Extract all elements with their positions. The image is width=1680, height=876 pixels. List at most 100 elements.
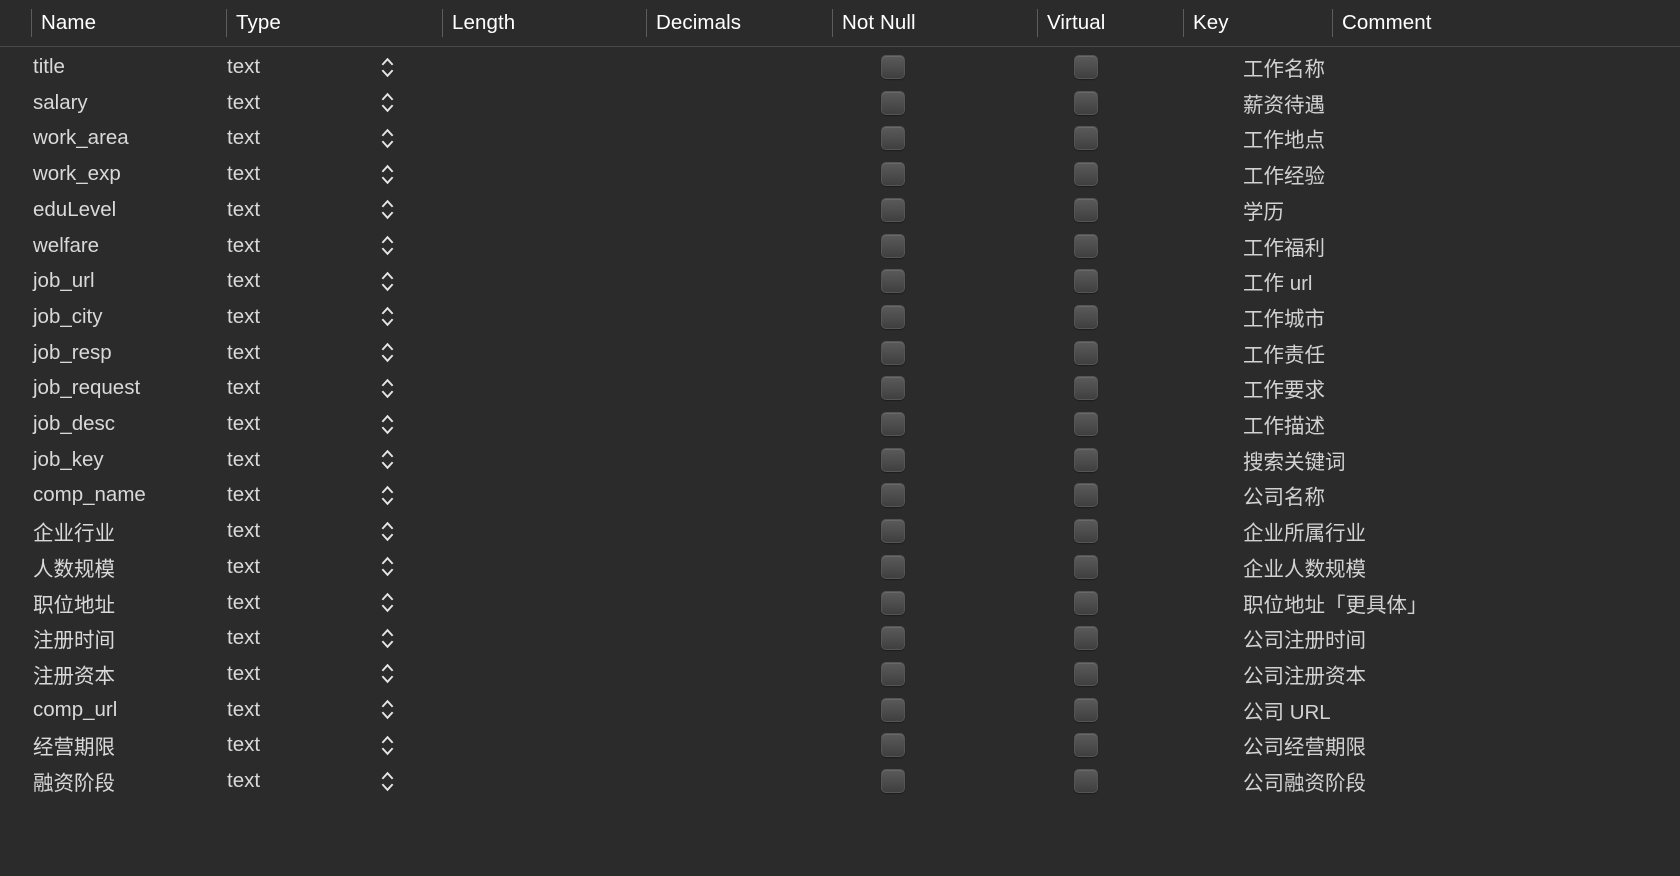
table-row[interactable]: title text 工作名称 xyxy=(0,49,1680,85)
column-header-notnull[interactable]: Not Null xyxy=(832,0,916,46)
field-name-cell[interactable]: work_area xyxy=(33,120,129,156)
virtual-checkbox[interactable] xyxy=(1074,340,1098,365)
table-row[interactable]: 融资阶段 text 公司融资阶段 xyxy=(0,763,1680,799)
table-row[interactable]: salary text 薪资待遇 xyxy=(0,85,1680,121)
field-comment-cell[interactable]: 公司融资阶段 xyxy=(1243,763,1366,799)
stepper-updown-icon[interactable] xyxy=(378,442,396,478)
table-row[interactable]: 注册资本 text 公司注册资本 xyxy=(0,656,1680,692)
field-type-cell[interactable]: text xyxy=(227,727,260,763)
field-name-cell[interactable]: eduLevel xyxy=(33,192,116,228)
virtual-checkbox[interactable] xyxy=(1074,126,1098,151)
field-name-cell[interactable]: 企业行业 xyxy=(33,513,115,549)
column-header-virtual[interactable]: Virtual xyxy=(1037,0,1105,46)
field-comment-cell[interactable]: 薪资待遇 xyxy=(1243,85,1325,121)
field-type-cell[interactable]: text xyxy=(227,192,260,228)
stepper-updown-icon[interactable] xyxy=(378,620,396,656)
table-row[interactable]: welfare text 工作福利 xyxy=(0,228,1680,264)
field-type-cell[interactable]: text xyxy=(227,477,260,513)
field-name-cell[interactable]: work_exp xyxy=(33,156,121,192)
field-type-cell[interactable]: text xyxy=(227,263,260,299)
not-null-checkbox[interactable] xyxy=(881,197,905,222)
stepper-updown-icon[interactable] xyxy=(378,763,396,799)
field-name-cell[interactable]: salary xyxy=(33,85,88,121)
field-type-cell[interactable]: text xyxy=(227,49,260,85)
table-row[interactable]: 企业行业 text 企业所属行业 xyxy=(0,513,1680,549)
not-null-checkbox[interactable] xyxy=(881,733,905,758)
table-row[interactable]: job_key text 搜索关键词 xyxy=(0,442,1680,478)
not-null-checkbox[interactable] xyxy=(881,769,905,793)
table-row[interactable]: comp_url text 公司 URL xyxy=(0,692,1680,728)
stepper-updown-icon[interactable] xyxy=(378,228,396,264)
virtual-checkbox[interactable] xyxy=(1074,554,1098,579)
field-type-cell[interactable]: text xyxy=(227,335,260,371)
stepper-updown-icon[interactable] xyxy=(378,370,396,406)
virtual-checkbox[interactable] xyxy=(1074,519,1098,544)
table-row[interactable]: comp_name text 公司名称 xyxy=(0,477,1680,513)
field-name-cell[interactable]: welfare xyxy=(33,228,99,264)
virtual-checkbox[interactable] xyxy=(1074,447,1098,472)
field-type-cell[interactable]: text xyxy=(227,692,260,728)
virtual-checkbox[interactable] xyxy=(1074,483,1098,508)
table-row[interactable]: 职位地址 text 职位地址「更具体」 xyxy=(0,585,1680,621)
virtual-checkbox[interactable] xyxy=(1074,269,1098,294)
field-name-cell[interactable]: job_desc xyxy=(33,406,115,442)
field-name-cell[interactable]: title xyxy=(33,49,65,85)
virtual-checkbox[interactable] xyxy=(1074,590,1098,615)
table-row[interactable]: work_area text 工作地点 xyxy=(0,120,1680,156)
table-row[interactable]: work_exp text 工作经验 xyxy=(0,156,1680,192)
stepper-updown-icon[interactable] xyxy=(378,692,396,728)
field-comment-cell[interactable]: 搜索关键词 xyxy=(1243,442,1346,478)
stepper-updown-icon[interactable] xyxy=(378,727,396,763)
field-name-cell[interactable]: job_resp xyxy=(33,335,112,371)
field-type-cell[interactable]: text xyxy=(227,585,260,621)
not-null-checkbox[interactable] xyxy=(881,55,905,79)
field-comment-cell[interactable]: 工作经验 xyxy=(1243,156,1325,192)
field-comment-cell[interactable]: 公司注册时间 xyxy=(1243,620,1366,656)
field-comment-cell[interactable]: 工作描述 xyxy=(1243,406,1325,442)
field-comment-cell[interactable]: 公司名称 xyxy=(1243,477,1325,513)
virtual-checkbox[interactable] xyxy=(1074,376,1098,401)
field-type-cell[interactable]: text xyxy=(227,656,260,692)
field-name-cell[interactable]: 经营期限 xyxy=(33,727,115,763)
not-null-checkbox[interactable] xyxy=(881,626,905,651)
field-comment-cell[interactable]: 公司注册资本 xyxy=(1243,656,1366,692)
virtual-checkbox[interactable] xyxy=(1074,90,1098,115)
not-null-checkbox[interactable] xyxy=(881,483,905,508)
field-name-cell[interactable]: job_city xyxy=(33,299,103,335)
field-name-cell[interactable]: 人数规模 xyxy=(33,549,115,585)
not-null-checkbox[interactable] xyxy=(881,376,905,401)
table-row[interactable]: job_resp text 工作责任 xyxy=(0,335,1680,371)
field-name-cell[interactable]: job_key xyxy=(33,442,104,478)
virtual-checkbox[interactable] xyxy=(1074,661,1098,686)
field-comment-cell[interactable]: 工作福利 xyxy=(1243,228,1325,264)
field-name-cell[interactable]: 注册资本 xyxy=(33,656,115,692)
not-null-checkbox[interactable] xyxy=(881,340,905,365)
column-header-type[interactable]: Type xyxy=(226,0,281,46)
stepper-updown-icon[interactable] xyxy=(378,299,396,335)
stepper-updown-icon[interactable] xyxy=(378,156,396,192)
field-comment-cell[interactable]: 职位地址「更具体」 xyxy=(1243,585,1428,621)
field-type-cell[interactable]: text xyxy=(227,406,260,442)
field-comment-cell[interactable]: 公司经营期限 xyxy=(1243,727,1366,763)
not-null-checkbox[interactable] xyxy=(881,233,905,258)
field-type-cell[interactable]: text xyxy=(227,370,260,406)
not-null-checkbox[interactable] xyxy=(881,304,905,329)
field-comment-cell[interactable]: 工作名称 xyxy=(1243,49,1325,85)
field-comment-cell[interactable]: 公司 URL xyxy=(1243,692,1331,728)
field-type-cell[interactable]: text xyxy=(227,120,260,156)
virtual-checkbox[interactable] xyxy=(1074,769,1098,793)
field-name-cell[interactable]: 注册时间 xyxy=(33,620,115,656)
virtual-checkbox[interactable] xyxy=(1074,197,1098,222)
table-row[interactable]: eduLevel text 学历 xyxy=(0,192,1680,228)
stepper-updown-icon[interactable] xyxy=(378,585,396,621)
not-null-checkbox[interactable] xyxy=(881,697,905,722)
not-null-checkbox[interactable] xyxy=(881,90,905,115)
column-header-name[interactable]: Name xyxy=(31,0,96,46)
column-header-decimals[interactable]: Decimals xyxy=(646,0,741,46)
field-comment-cell[interactable]: 工作 url xyxy=(1243,263,1312,299)
table-row[interactable]: job_desc text 工作描述 xyxy=(0,406,1680,442)
field-type-cell[interactable]: text xyxy=(227,513,260,549)
virtual-checkbox[interactable] xyxy=(1074,55,1098,79)
field-comment-cell[interactable]: 企业所属行业 xyxy=(1243,513,1366,549)
field-name-cell[interactable]: job_url xyxy=(33,263,95,299)
